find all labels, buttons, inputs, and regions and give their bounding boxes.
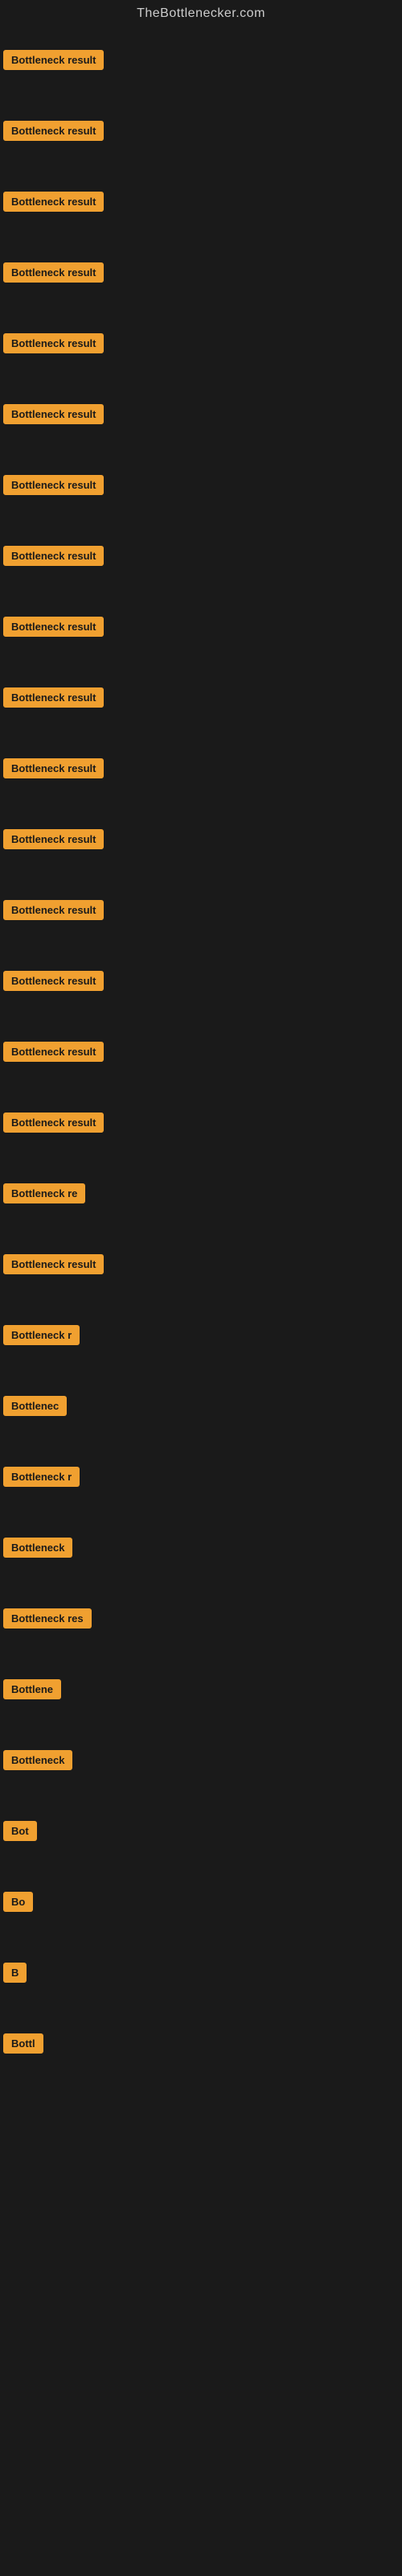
site-title: TheBottlenecker.com (0, 0, 402, 24)
bottleneck-item: Bottleneck result (0, 308, 402, 378)
bottleneck-badge[interactable]: Bottleneck result (3, 1254, 104, 1274)
bottleneck-badge[interactable]: Bottleneck result (3, 971, 104, 991)
bottleneck-item: Bottleneck result (0, 24, 402, 95)
bottleneck-item: Bottleneck result (0, 803, 402, 874)
bottleneck-item: Bottleneck result (0, 1016, 402, 1087)
bottleneck-badge[interactable]: Bottleneck result (3, 262, 104, 283)
bottleneck-item: Bottleneck re (0, 1158, 402, 1228)
bottleneck-badge[interactable]: Bottleneck result (3, 758, 104, 778)
bottleneck-item: Bottleneck result (0, 874, 402, 945)
bottleneck-item: Bottleneck result (0, 378, 402, 449)
bottleneck-item: Bottleneck result (0, 237, 402, 308)
bottleneck-item: Bottleneck r (0, 1441, 402, 1512)
bottleneck-item: Bottleneck result (0, 1228, 402, 1299)
bottleneck-badge[interactable]: Bottleneck result (3, 1113, 104, 1133)
bottleneck-item: Bottleneck result (0, 945, 402, 1016)
bottleneck-badge[interactable]: Bottleneck r (3, 1325, 80, 1345)
bottleneck-badge[interactable]: Bottleneck result (3, 1042, 104, 1062)
bottleneck-badge[interactable]: Bottleneck res (3, 1608, 92, 1629)
bottleneck-item: Bottleneck r (0, 1299, 402, 1370)
bottleneck-item: Bottleneck (0, 1724, 402, 1795)
bottleneck-item: Bottleneck result (0, 662, 402, 733)
bottleneck-badge[interactable]: Bottleneck (3, 1538, 72, 1558)
bottleneck-item: Bottlene (0, 1653, 402, 1724)
bottleneck-badge[interactable]: Bottleneck result (3, 333, 104, 353)
bottleneck-item: Bottleneck (0, 1512, 402, 1583)
bottleneck-item: Bottleneck result (0, 95, 402, 166)
bottleneck-badge[interactable]: Bottl (3, 2033, 43, 2054)
bottleneck-badge[interactable]: Bottleneck result (3, 546, 104, 566)
bottleneck-badge[interactable]: Bottleneck result (3, 687, 104, 708)
bottleneck-badge[interactable]: Bottleneck result (3, 617, 104, 637)
bottleneck-item: B (0, 1937, 402, 2008)
bottleneck-badge[interactable]: Bottleneck re (3, 1183, 85, 1203)
bottleneck-badge[interactable]: Bottleneck result (3, 475, 104, 495)
bottleneck-badge[interactable]: Bottleneck r (3, 1467, 80, 1487)
bottleneck-item: Bottlenec (0, 1370, 402, 1441)
bottleneck-item: Bottleneck result (0, 591, 402, 662)
bottleneck-badge[interactable]: B (3, 1963, 27, 1983)
bottleneck-badge[interactable]: Bottleneck result (3, 50, 104, 70)
bottleneck-item: Bo (0, 1866, 402, 1937)
bottleneck-badge[interactable]: Bottleneck result (3, 192, 104, 212)
bottleneck-item: Bottleneck result (0, 733, 402, 803)
bottleneck-item: Bottleneck result (0, 520, 402, 591)
bottleneck-item: Bottl (0, 2008, 402, 2079)
bottleneck-badge[interactable]: Bottleneck (3, 1750, 72, 1770)
bottleneck-item: Bottleneck result (0, 1087, 402, 1158)
bottleneck-badge[interactable]: Bo (3, 1892, 33, 1912)
bottleneck-badge[interactable]: Bottlenec (3, 1396, 67, 1416)
bottleneck-item: Bottleneck res (0, 1583, 402, 1653)
bottleneck-item: Bottleneck result (0, 449, 402, 520)
bottleneck-badge[interactable]: Bot (3, 1821, 37, 1841)
bottleneck-badge[interactable]: Bottleneck result (3, 404, 104, 424)
bottleneck-badge[interactable]: Bottleneck result (3, 829, 104, 849)
bottleneck-badge[interactable]: Bottleneck result (3, 900, 104, 920)
bottleneck-item: Bot (0, 1795, 402, 1866)
bottleneck-badge[interactable]: Bottleneck result (3, 121, 104, 141)
bottleneck-item: Bottleneck result (0, 166, 402, 237)
bottleneck-badge[interactable]: Bottlene (3, 1679, 61, 1699)
